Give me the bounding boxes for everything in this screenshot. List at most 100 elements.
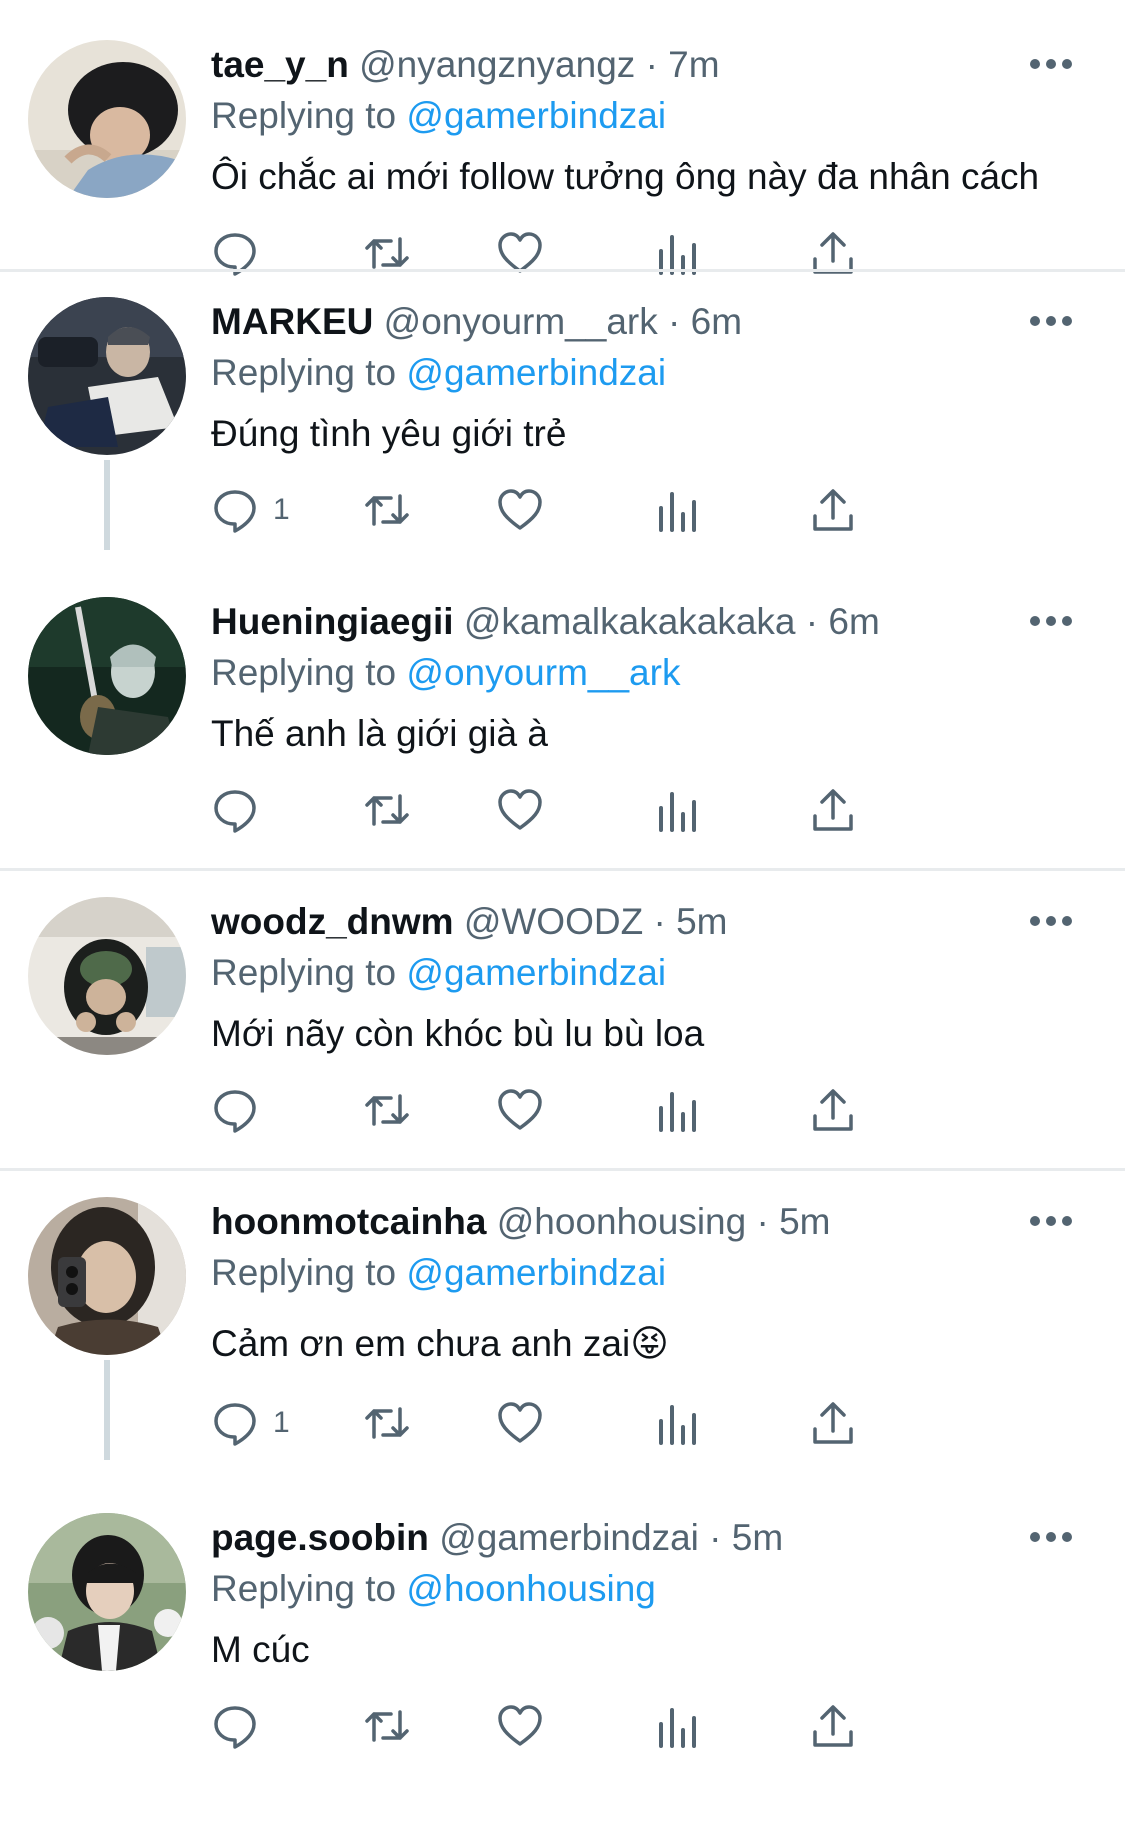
views-button[interactable]	[653, 480, 701, 540]
more-options-icon	[1030, 59, 1072, 69]
divider	[0, 269, 1125, 272]
more-options-button[interactable]	[1021, 899, 1081, 943]
like-button[interactable]	[496, 223, 544, 283]
reply-button[interactable]: 1	[211, 1393, 290, 1453]
replying-to-mention[interactable]: @hoonhousing	[406, 1568, 655, 1609]
share-button[interactable]	[809, 1080, 857, 1140]
more-options-button[interactable]	[1021, 599, 1081, 643]
display-name[interactable]: MARKEU	[211, 301, 373, 342]
reply-button[interactable]	[211, 223, 273, 283]
replying-to-mention[interactable]: @onyourm__ark	[406, 652, 680, 693]
share-button[interactable]	[809, 480, 857, 540]
display-name[interactable]: Hueningiaegii	[211, 601, 454, 642]
tweet-header: woodz_dnwm @WOODZ · 5m	[211, 895, 1085, 949]
views-button[interactable]	[653, 780, 701, 840]
like-button[interactable]	[496, 1080, 544, 1140]
views-button[interactable]	[653, 1696, 701, 1756]
retweet-icon	[365, 794, 409, 826]
views-icon	[659, 792, 696, 832]
meta-separator: ·	[653, 901, 666, 942]
tweet-time[interactable]: 5m	[779, 1201, 830, 1242]
avatar[interactable]	[28, 297, 186, 455]
retweet-icon	[365, 1407, 409, 1439]
share-button[interactable]	[809, 780, 857, 840]
user-handle[interactable]: @hoonhousing	[497, 1201, 746, 1242]
tweet-text: Ôi chắc ai mới follow tưởng ông này đa n…	[211, 156, 1040, 197]
avatar[interactable]	[28, 1197, 186, 1355]
avatar[interactable]	[28, 40, 186, 198]
more-options-button[interactable]	[1021, 299, 1081, 343]
meta-separator: ·	[805, 601, 819, 642]
avatar[interactable]	[28, 1513, 186, 1671]
tweet-time[interactable]: 6m	[828, 601, 879, 642]
reply-icon	[214, 790, 256, 833]
retweet-button[interactable]	[363, 223, 411, 283]
replying-to-mention[interactable]: @gamerbindzai	[406, 1252, 666, 1293]
user-handle[interactable]: @WOODZ	[464, 901, 643, 942]
share-button[interactable]	[809, 223, 857, 283]
display-name[interactable]: page.soobin	[211, 1517, 429, 1558]
user-handle[interactable]: @nyangznyangz	[359, 44, 635, 85]
tweet-time[interactable]: 7m	[668, 44, 719, 85]
tweet-time[interactable]: 6m	[691, 301, 742, 342]
reply-button[interactable]	[211, 780, 273, 840]
replying-to-mention[interactable]: @gamerbindzai	[406, 95, 666, 136]
tweet-body: woodz_dnwm @WOODZ · 5m Replying to @game…	[211, 895, 1085, 1059]
like-button[interactable]	[496, 480, 544, 540]
retweet-button[interactable]	[363, 1393, 411, 1453]
reply-button[interactable]	[211, 1696, 273, 1756]
share-icon	[813, 489, 853, 531]
share-button[interactable]	[809, 1393, 857, 1453]
user-handle[interactable]: @onyourm__ark	[384, 301, 658, 342]
display-name[interactable]: hoonmotcainha	[211, 1201, 486, 1242]
more-options-icon	[1030, 316, 1072, 326]
replying-to-mention[interactable]: @gamerbindzai	[406, 352, 666, 393]
more-options-button[interactable]	[1021, 42, 1081, 86]
replying-prefix: Replying to	[211, 1568, 397, 1609]
reply-count: 1	[273, 1406, 290, 1439]
more-options-icon	[1030, 1532, 1072, 1542]
like-button[interactable]	[496, 780, 544, 840]
more-options-button[interactable]	[1021, 1199, 1081, 1243]
tweet-header: Hueningiaegii @kamalkakakakaka · 6m	[211, 595, 1085, 649]
reply-icon	[214, 1706, 256, 1749]
views-button[interactable]	[653, 1080, 701, 1140]
tweet-actions	[211, 1696, 1041, 1756]
views-button[interactable]	[653, 223, 701, 283]
display-name[interactable]: woodz_dnwm	[211, 901, 454, 942]
tweet-text: Cảm ơn em chưa anh zai😝	[211, 1323, 669, 1364]
meta-separator: ·	[709, 1517, 722, 1558]
retweet-button[interactable]	[363, 780, 411, 840]
reply-button[interactable]: 1	[211, 480, 290, 540]
views-icon	[659, 1405, 696, 1445]
share-button[interactable]	[809, 1696, 857, 1756]
replying-to-mention[interactable]: @gamerbindzai	[406, 952, 666, 993]
tweet-header: page.soobin @gamerbindzai · 5m	[211, 1511, 1085, 1565]
tweet-time[interactable]: 5m	[732, 1517, 783, 1558]
avatar-photo-icon	[28, 1513, 186, 1671]
views-button[interactable]	[653, 1393, 701, 1453]
tweet-time[interactable]: 5m	[676, 901, 727, 942]
retweet-icon	[365, 494, 409, 526]
avatar[interactable]	[28, 897, 186, 1055]
more-options-button[interactable]	[1021, 1515, 1081, 1559]
views-icon	[659, 1092, 696, 1132]
reply-button[interactable]	[211, 1080, 273, 1140]
user-handle[interactable]: @kamalkakakakaka	[464, 601, 796, 642]
replying-prefix: Replying to	[211, 95, 397, 136]
retweet-button[interactable]	[363, 1696, 411, 1756]
tweet-text: Thế anh là giới già à	[211, 713, 548, 754]
replying-prefix: Replying to	[211, 652, 397, 693]
meta-separator: ·	[668, 301, 681, 342]
avatar[interactable]	[28, 597, 186, 755]
share-icon	[813, 789, 853, 831]
like-button[interactable]	[496, 1696, 544, 1756]
retweet-button[interactable]	[363, 480, 411, 540]
tweet-text: Mới nãy còn khóc bù lu bù loa	[211, 1013, 705, 1054]
retweet-button[interactable]	[363, 1080, 411, 1140]
tweet-actions: 1	[211, 480, 1041, 540]
like-button[interactable]	[496, 1393, 544, 1453]
user-handle[interactable]: @gamerbindzai	[439, 1517, 699, 1558]
display-name[interactable]: tae_y_n	[211, 44, 349, 85]
more-options-icon	[1030, 616, 1072, 626]
